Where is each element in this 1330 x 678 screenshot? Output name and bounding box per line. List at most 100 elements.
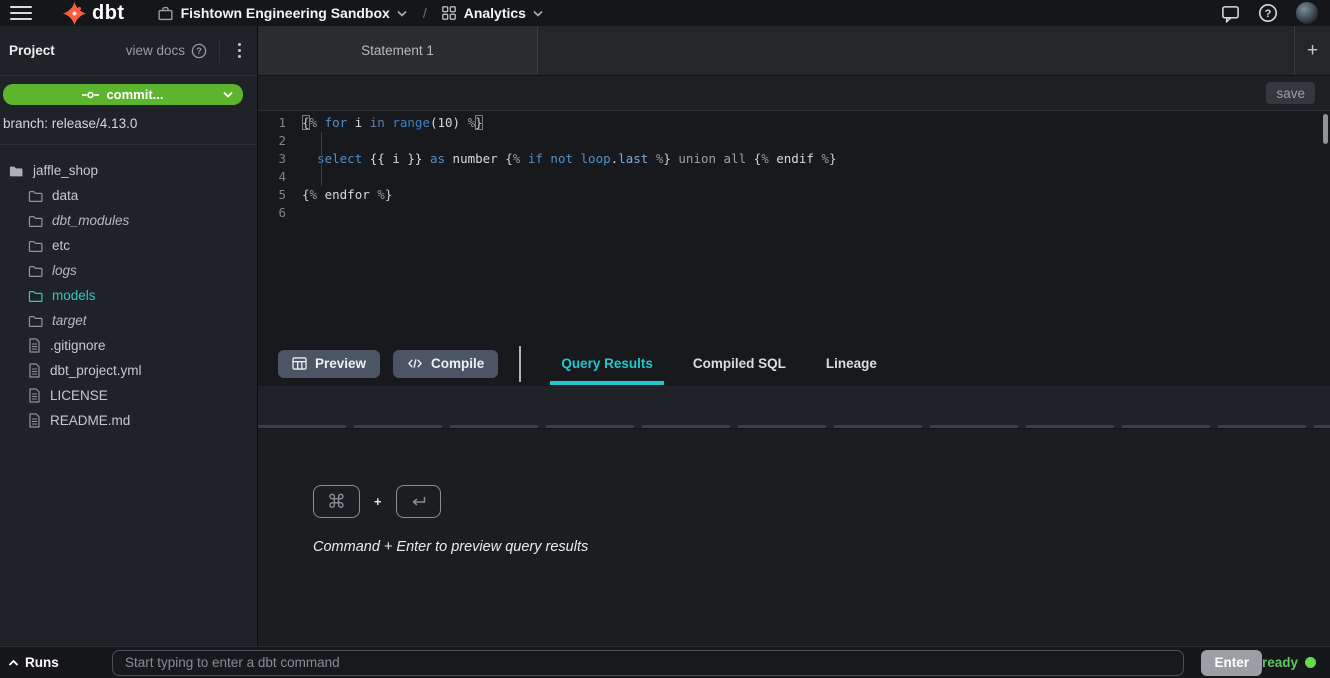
tree-item-target[interactable]: target [0, 308, 257, 333]
tab-lineage[interactable]: Lineage [815, 341, 888, 386]
results-tabs: Query Results Compiled SQL Lineage [541, 341, 897, 386]
file-explorer-sidebar: Project view docs ? commit... [0, 26, 258, 646]
svg-text:?: ? [196, 46, 202, 56]
line-number: 4 [258, 168, 302, 186]
results-empty-state: ⌘ + Command + Enter to preview query res… [258, 429, 1330, 646]
tree-item-models[interactable]: models [0, 283, 257, 308]
tree-item-dbt-modules[interactable]: dbt_modules [0, 208, 257, 233]
file-icon [28, 388, 41, 403]
editor-scrollbar[interactable] [1323, 114, 1328, 144]
tree-item-etc[interactable]: etc [0, 233, 257, 258]
commit-button[interactable]: commit... [3, 84, 243, 105]
question-circle-icon: ? [191, 43, 207, 59]
tree-item-readme-md[interactable]: README.md [0, 408, 257, 433]
workspace-name: Fishtown Engineering Sandbox [181, 5, 390, 21]
tree-item-data[interactable]: data [0, 183, 257, 208]
folder-icon [28, 264, 43, 278]
dbt-command-input[interactable] [112, 650, 1184, 676]
divider [219, 39, 220, 63]
help-button[interactable]: ? [1258, 3, 1278, 23]
chevron-down-icon [397, 10, 407, 17]
tree-item-dbt-project-yml[interactable]: dbt_project.yml [0, 358, 257, 383]
sidebar-title: Project [9, 43, 55, 58]
tree-item-logs[interactable]: logs [0, 258, 257, 283]
command-key-icon: ⌘ [313, 485, 360, 518]
tree-item-label: .gitignore [50, 338, 106, 353]
tree-item-label: dbt_project.yml [50, 363, 142, 378]
file-icon [28, 338, 41, 353]
project-switcher[interactable]: Analytics [441, 5, 543, 21]
tree-item--gitignore[interactable]: .gitignore [0, 333, 257, 358]
feedback-chat-button[interactable] [1221, 4, 1240, 23]
return-arrow-icon [410, 495, 427, 509]
tree-item-label: dbt_modules [52, 213, 129, 228]
user-avatar[interactable] [1296, 2, 1318, 24]
tree-item-label: jaffle_shop [33, 163, 98, 178]
branch-name: branch: release/4.13.0 [3, 116, 257, 131]
code-line-5: 5{% endfor %} [258, 186, 1330, 204]
status-dot [1305, 657, 1316, 668]
tab-compiled-sql[interactable]: Compiled SQL [682, 341, 797, 386]
help-icon: ? [1258, 3, 1278, 23]
project-name: Analytics [464, 5, 526, 21]
plus-sign: + [374, 494, 382, 509]
line-number: 5 [258, 186, 302, 204]
file-tree: jaffle_shopdata dbt_modulesetc logs models t… [0, 145, 257, 433]
briefcase-icon [157, 5, 174, 22]
file-icon [28, 363, 41, 378]
runs-label: Runs [25, 655, 59, 670]
git-commit-icon [82, 90, 99, 100]
tree-item-label: data [52, 188, 78, 203]
hamburger-menu-icon[interactable] [10, 6, 32, 20]
tree-item-label: logs [52, 263, 77, 278]
indent-guide [321, 132, 322, 186]
command-bar: Runs Enter ready [0, 646, 1330, 678]
enter-button[interactable]: Enter [1201, 650, 1262, 676]
top-bar: dbt Fishtown Engineering Sandbox / Analy… [0, 0, 1330, 26]
divider [519, 346, 521, 382]
results-grid-header [258, 386, 1330, 429]
code-icon [407, 357, 423, 370]
chevron-down-icon[interactable] [223, 91, 233, 98]
tree-item-jaffle-shop[interactable]: jaffle_shop [0, 158, 257, 183]
file-icon [28, 413, 41, 428]
runs-drawer-toggle[interactable]: Runs [0, 655, 112, 670]
tab-query-results[interactable]: Query Results [550, 341, 664, 386]
folder-icon [28, 314, 43, 328]
tree-item-license[interactable]: LICENSE [0, 383, 257, 408]
status-indicator: ready [1262, 655, 1316, 670]
sidebar-header: Project view docs ? [0, 26, 257, 76]
new-tab-button[interactable]: + [1294, 26, 1330, 75]
tree-item-label: models [52, 288, 96, 303]
folder-icon [28, 214, 43, 228]
code-line-1: 1{% for i in range(10) %} [258, 114, 1330, 132]
folder-icon [28, 289, 43, 303]
code-line-2: 2 [258, 132, 1330, 150]
compile-button[interactable]: Compile [393, 350, 498, 378]
commit-label: commit... [106, 87, 163, 102]
dbt-cloud-ide: dbt Fishtown Engineering Sandbox / Analy… [0, 0, 1330, 678]
code-editor[interactable]: 1{% for i in range(10) %}2 3 select {{ i… [258, 110, 1330, 341]
brand-wordmark: dbt [92, 2, 125, 25]
save-button[interactable]: save [1266, 82, 1315, 104]
svg-text:?: ? [1265, 8, 1272, 20]
breadcrumb-separator: / [423, 5, 427, 21]
editor-action-bar: save [258, 76, 1330, 110]
code-text [302, 204, 310, 222]
code-line-6: 6 [258, 204, 1330, 222]
workspace-switcher[interactable]: Fishtown Engineering Sandbox [157, 5, 407, 22]
code-text [302, 168, 310, 186]
chevron-up-icon [8, 659, 19, 667]
preview-button[interactable]: Preview [278, 350, 380, 378]
empty-state-caption: Command + Enter to preview query results [313, 539, 1330, 555]
line-number: 6 [258, 204, 302, 222]
sidebar-menu-button[interactable] [232, 39, 247, 62]
folder-icon [28, 239, 43, 253]
main-panel: Statement 1 + save 1{% for i in range(10… [258, 26, 1330, 646]
tab-statement-1[interactable]: Statement 1 [258, 26, 538, 75]
view-docs-link[interactable]: view docs ? [126, 43, 207, 59]
line-number: 1 [258, 114, 302, 132]
grid-icon [441, 5, 457, 21]
code-text [302, 132, 310, 150]
line-number: 3 [258, 150, 302, 168]
